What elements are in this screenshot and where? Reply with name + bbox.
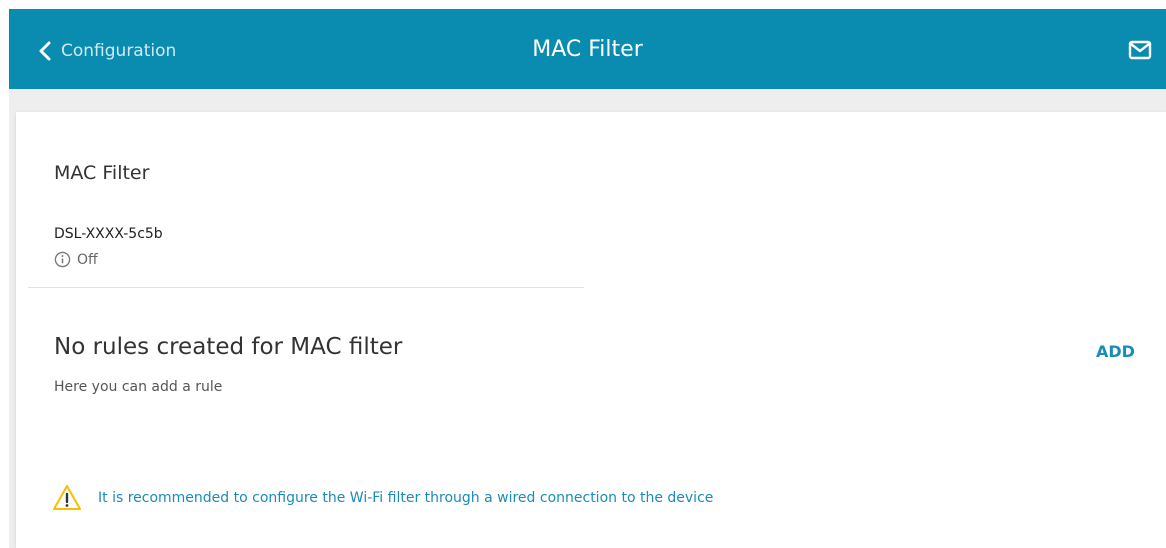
warning-icon — [53, 485, 81, 510]
app-frame: Configuration MAC Filter MAC Filter DSL-… — [9, 9, 1166, 548]
rules-hint: Here you can add a rule — [54, 379, 223, 395]
network-name: DSL-XXXX-5c5b — [54, 226, 163, 242]
rules-empty-title: No rules created for MAC filter — [54, 334, 403, 360]
section-title: MAC Filter — [54, 162, 150, 184]
filter-status: Off — [54, 251, 98, 268]
page-title: MAC Filter — [532, 37, 643, 62]
warning-notice: It is recommended to configure the Wi-Fi… — [52, 484, 713, 511]
warning-text: It is recommended to configure the Wi-Fi… — [98, 489, 714, 506]
status-text: Off — [77, 251, 98, 268]
divider — [28, 287, 584, 288]
content-card: MAC Filter DSL-XXXX-5c5b Off No rules cr… — [16, 112, 1166, 548]
mail-icon[interactable] — [1128, 40, 1152, 60]
add-rule-button[interactable]: ADD — [1096, 342, 1135, 361]
top-bar: Configuration MAC Filter — [9, 9, 1166, 89]
info-icon — [54, 251, 71, 268]
